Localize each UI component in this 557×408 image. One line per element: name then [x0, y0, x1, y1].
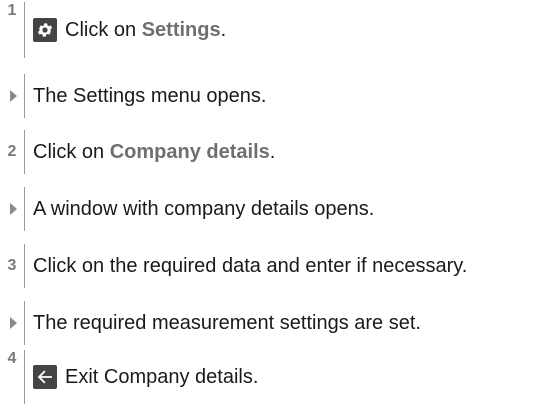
back-arrow-icon[interactable] — [33, 365, 57, 389]
step-suffix: . — [220, 18, 227, 41]
divider — [24, 187, 25, 231]
divider — [24, 301, 25, 345]
result-text: A window with company details opens. — [33, 197, 375, 220]
divider — [24, 350, 25, 404]
divider — [24, 74, 25, 118]
step-number: 3 — [7, 257, 17, 274]
result-marker — [0, 203, 24, 215]
result-marker — [0, 317, 24, 329]
settings-link[interactable]: Settings — [142, 19, 221, 42]
result-text: The Settings menu opens. — [33, 84, 267, 107]
divider — [24, 130, 25, 174]
divider — [24, 2, 25, 58]
step-text: Click on Settings . — [33, 18, 226, 42]
step-3: 3 Click on the required data and enter i… — [0, 244, 467, 288]
result-arrow-icon — [9, 203, 17, 215]
result-arrow-icon — [9, 90, 17, 102]
step-prefix: Click on — [65, 18, 142, 41]
step-text: Click on the required data and enter if … — [33, 254, 468, 277]
step-text: Exit Company details. — [33, 365, 258, 389]
step-number: 4 — [7, 350, 17, 367]
result-arrow-icon — [9, 317, 17, 329]
exit-text: Exit Company details. — [65, 365, 259, 388]
step-text: Click on Company details . — [33, 141, 275, 164]
step-4: 4 Exit Company details. — [0, 350, 258, 404]
divider — [24, 244, 25, 288]
result-marker — [0, 90, 24, 102]
gear-icon — [33, 18, 57, 42]
result-2: A window with company details opens. — [0, 187, 374, 231]
result-text: The required measurement settings are se… — [33, 311, 421, 334]
step-suffix: . — [269, 140, 276, 163]
step-1: 1 Click on Settings . — [0, 2, 226, 58]
result-1: The Settings menu opens. — [0, 74, 266, 118]
step-2: 2 Click on Company details . — [0, 130, 275, 174]
company-details-link[interactable]: Company details — [110, 141, 270, 164]
step-prefix: Click on — [33, 140, 110, 163]
step-number: 2 — [7, 143, 17, 160]
step-number: 1 — [7, 2, 17, 19]
result-3: The required measurement settings are se… — [0, 301, 421, 345]
